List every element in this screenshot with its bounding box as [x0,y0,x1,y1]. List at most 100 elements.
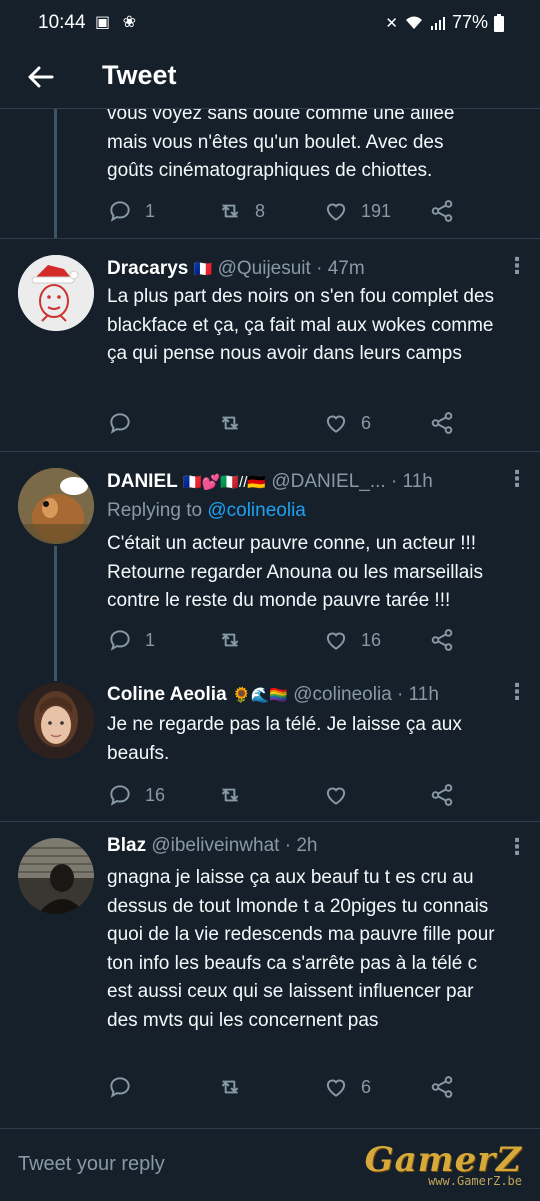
display-name[interactable]: DANIEL [107,471,178,492]
display-name[interactable]: Coline Aeolia [107,684,227,705]
share-icon [431,629,453,651]
like-icon [326,415,346,433]
reply-button[interactable]: 1 [107,627,155,653]
like-count: 191 [361,200,392,221]
retweet-button[interactable] [217,627,255,653]
tweet-actions: 6 [107,410,507,436]
avatar-squirrel-icon [18,468,94,544]
avatar[interactable] [18,838,94,914]
tweet-text-line: mais vous n'êtes qu'un boulet. Avec des [107,131,444,153]
reply-button[interactable] [107,1074,145,1100]
display-name[interactable]: Dracarys [107,258,188,279]
tweet-actions: 16 [107,782,507,808]
share-button[interactable] [429,1074,455,1100]
tweet-time: · 11h [397,684,439,705]
like-button[interactable]: 191 [323,198,391,224]
share-icon [431,1076,453,1098]
like-icon [326,203,346,221]
replying-to-label: Replying to [107,500,203,521]
tweet-time: · 11h [390,471,433,492]
tweet-text: La plus part des noirs on s'en fou compl… [107,286,495,364]
battery-icon [494,13,504,32]
reply-button[interactable] [107,410,145,436]
retweet-button[interactable] [217,410,255,436]
like-count: 6 [361,1076,372,1097]
more-icon[interactable]: ⋮ [506,681,528,703]
tweet-header: DANIEL 🇫🇷💕🇮🇹//🇩🇪 @DANIEL_... · 11h [107,471,433,493]
name-emojis: 🇫🇷 [193,261,213,278]
display-name[interactable]: Blaz [107,835,146,856]
tweet[interactable]: Blaz @ibeliveinwhat · 2h ⋮ gnagna je lai… [0,822,540,1118]
retweet-icon [221,1080,239,1094]
retweet-button[interactable] [217,1074,255,1100]
retweet-button[interactable] [217,782,255,808]
share-icon [431,412,453,434]
tweet-text: gnagna je laisse ça aux beauf tu t es cr… [107,867,495,1031]
status-bar: 10:44 ▣ ❀ ✕ 77% [0,0,540,46]
reply-icon [110,1077,130,1098]
reply-button[interactable]: 1 [107,198,155,224]
tweet-text: vous voyez sans doute comme une alliée m… [107,100,507,186]
status-time: 10:44 [38,12,86,33]
status-right: ✕ 77% [385,12,504,33]
like-count: 6 [361,412,372,433]
user-handle[interactable]: @DANIEL_... [271,471,385,492]
avatar[interactable] [18,468,94,544]
user-handle[interactable]: @colineolia [293,684,392,705]
like-count: 16 [361,629,382,650]
retweet-icon [221,204,239,218]
tweet[interactable]: Dracarys 🇫🇷 @Quijesuit · 47m ⋮ La plus p… [0,239,540,451]
retweet-icon [221,416,239,430]
reply-icon [110,201,130,222]
mention-link[interactable]: @colineolia [207,500,306,521]
user-handle[interactable]: @ibeliveinwhat [151,835,279,856]
reply-button[interactable]: 16 [107,782,165,808]
like-button[interactable]: 6 [323,1074,371,1100]
avatar[interactable] [18,683,94,759]
tweet-time: · 47m [316,258,365,279]
tweet-text: C'était un acteur pauvre conne, un acteu… [107,533,483,611]
like-icon [326,787,346,805]
share-button[interactable] [429,627,455,653]
reply-icon [110,785,130,806]
top-bar: Tweet [0,46,540,109]
avatar[interactable] [18,255,94,331]
tweet-text: Je ne regarde pas la télé. Je laisse ça … [107,714,462,764]
retweet-icon [221,788,239,802]
thread-line [54,546,57,665]
tweet-header: Coline Aeolia 🌻🌊🏳️‍🌈 @colineolia · 11h [107,684,439,706]
more-icon[interactable]: ⋮ [506,468,528,490]
retweet-button[interactable]: 8 [217,198,265,224]
reply-count: 1 [145,200,156,221]
like-icon [326,632,346,650]
like-button[interactable]: 6 [323,410,371,436]
retweet-count: 8 [255,200,266,221]
wifi-icon [405,16,422,29]
tweet-time: · 2h [284,835,318,856]
avatar-drawing-icon [18,255,94,331]
like-button[interactable] [323,782,361,808]
reply-count: 16 [145,784,166,805]
tweet[interactable]: DANIEL 🇫🇷💕🇮🇹//🇩🇪 @DANIEL_... · 11h ⋮ Rep… [0,452,540,665]
name-emojis: 🌻🌊🏳️‍🌈 [231,687,288,704]
reply-input[interactable]: Tweet your reply [18,1153,165,1176]
notification-icons: ▣ ❀ [95,14,140,31]
watermark: GamerZ www.GamerZ.be [365,1140,522,1188]
user-handle[interactable]: @Quijesuit [218,258,311,279]
tweet-actions: 1 16 [107,627,507,653]
share-button[interactable] [429,782,455,808]
back-arrow-icon[interactable] [24,60,58,94]
share-button[interactable] [429,410,455,436]
more-icon[interactable]: ⋮ [506,255,528,277]
tweet[interactable]: Coline Aeolia 🌻🌊🏳️‍🌈 @colineolia · 11h ⋮… [0,665,540,821]
page-title: Tweet [102,60,177,90]
like-button[interactable]: 16 [323,627,381,653]
battery-percent: 77% [451,12,488,32]
more-icon[interactable]: ⋮ [506,836,528,858]
tweet-actions: 6 [107,1074,507,1100]
replying-to: Replying to @colineolia [107,500,306,522]
reply-count: 1 [145,629,156,650]
retweet-icon [221,633,239,647]
reply-icon [110,413,130,434]
share-button[interactable] [429,198,455,224]
